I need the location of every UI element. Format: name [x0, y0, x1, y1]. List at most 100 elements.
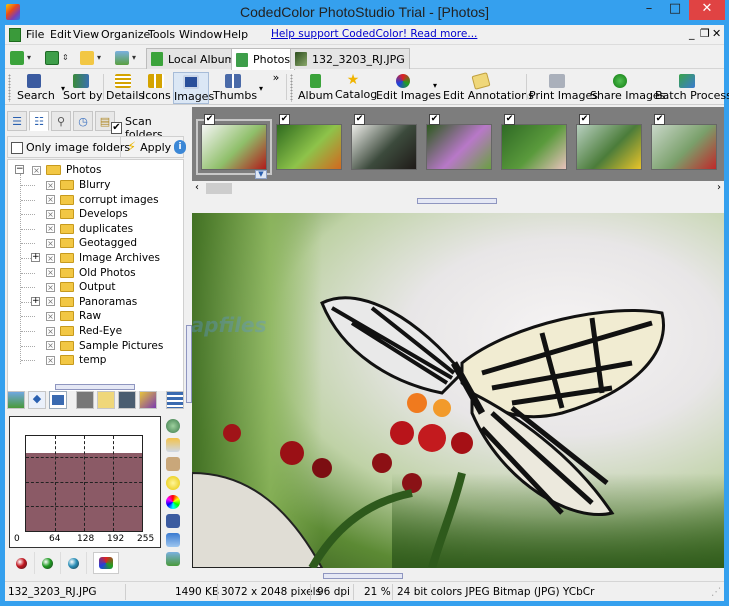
scrollbar-thumb[interactable]	[206, 183, 232, 194]
tree-node[interactable]: × Image Archives	[46, 251, 160, 265]
apply-button[interactable]: ⚡ Apply	[120, 137, 171, 157]
tab-histogram[interactable]	[49, 391, 67, 409]
tree-node[interactable]: × Output	[46, 280, 115, 294]
color-wheel-icon[interactable]	[166, 495, 180, 509]
menu-tools[interactable]: Tools	[148, 28, 175, 41]
blue-channel-button[interactable]	[61, 552, 87, 574]
exclude-checkbox[interactable]: ×	[46, 268, 55, 278]
exclude-checkbox[interactable]: ×	[46, 311, 55, 321]
help-support-link[interactable]: Help support CodedColor! Read more...	[271, 28, 477, 40]
chevron-down-icon[interactable]: ▾	[433, 81, 437, 90]
lightbulb-icon[interactable]	[166, 476, 180, 490]
exclude-checkbox[interactable]: ×	[46, 326, 55, 336]
album-button[interactable]: Album	[298, 72, 333, 104]
thumbnail[interactable]: ✔ ▼	[196, 114, 272, 179]
binoculars-icon[interactable]	[166, 514, 180, 528]
chevron-down-icon[interactable]: ▾	[259, 84, 263, 93]
thumbnail-scrollbar[interactable]: ‹ ›	[192, 181, 724, 196]
bandage-icon[interactable]	[166, 457, 180, 471]
viewer-splitter[interactable]	[323, 573, 403, 579]
document-menu-icon[interactable]	[9, 28, 21, 42]
tree-node[interactable]: × Blurry	[46, 178, 110, 192]
sort-by-button[interactable]: Sort by	[63, 72, 103, 104]
expand-toggle[interactable]: +	[31, 296, 40, 306]
edit-images-button[interactable]: Edit Images ▾	[376, 72, 441, 104]
tree-node[interactable]: × Develops	[46, 207, 128, 221]
mdi-close-button[interactable]: ✕	[712, 27, 721, 40]
exclude-checkbox[interactable]: ×	[46, 253, 55, 263]
scroll-right-arrow[interactable]: ›	[717, 182, 721, 193]
maximize-button[interactable]: □	[662, 0, 688, 20]
toolbar-grip[interactable]	[8, 74, 11, 102]
exclude-checkbox[interactable]: ×	[32, 165, 41, 175]
scroll-left-arrow[interactable]: ‹	[195, 182, 199, 193]
thumbnail-checkbox[interactable]: ✔	[279, 114, 290, 125]
tab-image-preview[interactable]	[7, 391, 25, 409]
tab-edit-history[interactable]	[139, 391, 157, 409]
close-button[interactable]: ✕	[689, 0, 725, 20]
thumbnail[interactable]: ✔	[651, 114, 717, 170]
exclude-checkbox[interactable]: ×	[46, 238, 55, 248]
exclude-checkbox[interactable]: ×	[46, 297, 55, 307]
thumbnail-menu-icon[interactable]: ▼	[255, 170, 267, 179]
tree-node[interactable]: × Geotagged	[46, 236, 137, 250]
exclude-checkbox[interactable]: ×	[46, 282, 55, 292]
thumbnail[interactable]: ✔	[501, 114, 567, 170]
share-images-button[interactable]: Share Images	[590, 72, 665, 104]
details-view-button[interactable]: Details	[106, 72, 144, 104]
lens-icon[interactable]	[166, 419, 180, 433]
catalog-button[interactable]: ★ Catalog	[335, 72, 377, 104]
thumbnail-checkbox[interactable]: ✔	[504, 114, 515, 125]
exclude-checkbox[interactable]: ×	[46, 224, 55, 234]
green-channel-button[interactable]	[35, 552, 61, 574]
menu-edit[interactable]: Edit	[50, 28, 71, 41]
resize-grip[interactable]: ⋰	[711, 586, 722, 598]
tab-exif[interactable]	[76, 391, 94, 409]
print-images-button[interactable]: Print Images	[529, 72, 598, 104]
search-button[interactable]: Search ▾	[17, 72, 65, 104]
rgb-channel-button[interactable]	[93, 552, 119, 574]
new-album-dropdown[interactable]: ▾	[10, 49, 31, 66]
tab-folders-add[interactable]: ☷	[29, 111, 49, 131]
menu-file[interactable]: File	[26, 28, 44, 41]
icons-view-button[interactable]: Icons	[142, 72, 171, 104]
strip-splitter[interactable]	[417, 198, 497, 204]
tree-node[interactable]: × corrupt images	[46, 193, 159, 207]
tree-node[interactable]: × Old Photos	[46, 266, 136, 280]
open-folder-dropdown[interactable]: ▾	[80, 49, 101, 66]
exclude-checkbox[interactable]: ×	[46, 209, 55, 219]
tree-node[interactable]: × Panoramas	[46, 295, 137, 309]
expand-toggle[interactable]: +	[31, 253, 40, 262]
image-dropdown[interactable]: ▾	[115, 49, 136, 66]
tab-iptc[interactable]	[118, 391, 136, 409]
tab-image-file[interactable]: 132_3203_RJ.JPG	[290, 48, 410, 69]
tree-node[interactable]: × temp	[46, 353, 106, 367]
red-channel-button[interactable]	[9, 552, 35, 574]
thumbnail[interactable]: ✔	[351, 114, 417, 170]
exclude-checkbox[interactable]: ×	[46, 195, 55, 205]
panel-splitter[interactable]	[55, 384, 135, 390]
mdi-restore-button[interactable]: ❐	[700, 27, 710, 40]
tab-properties[interactable]	[166, 391, 184, 409]
weather-icon[interactable]	[166, 438, 180, 452]
tab-annotations[interactable]	[97, 391, 115, 409]
image-viewer[interactable]: Snapfiles	[192, 213, 724, 568]
tree-node[interactable]: × Red-Eye	[46, 324, 122, 338]
edit-annotations-button[interactable]: Edit Annotations	[443, 72, 534, 104]
toolbar-overflow-button[interactable]: »	[271, 70, 281, 102]
menu-view[interactable]: View	[73, 28, 99, 41]
exclude-checkbox[interactable]: ×	[46, 180, 55, 190]
mdi-minimize-button[interactable]: _	[689, 27, 695, 40]
tab-photos[interactable]: Photos	[231, 48, 296, 70]
thumbnail-checkbox[interactable]: ✔	[204, 114, 215, 125]
window-picture-icon[interactable]	[166, 533, 180, 547]
thumbs-view-button[interactable]: Thumbs ▾	[213, 72, 263, 104]
tree-node[interactable]: × Raw	[46, 309, 101, 323]
menu-organize[interactable]: Organize	[101, 28, 150, 41]
checkbox-unchecked[interactable]	[11, 141, 23, 154]
images-view-button[interactable]: Images	[173, 72, 214, 104]
thumbnail-checkbox[interactable]: ✔	[579, 114, 590, 125]
thumbnail[interactable]: ✔	[276, 114, 342, 170]
tree-node-photos[interactable]: × Photos	[32, 163, 101, 177]
exclude-checkbox[interactable]: ×	[46, 341, 55, 351]
